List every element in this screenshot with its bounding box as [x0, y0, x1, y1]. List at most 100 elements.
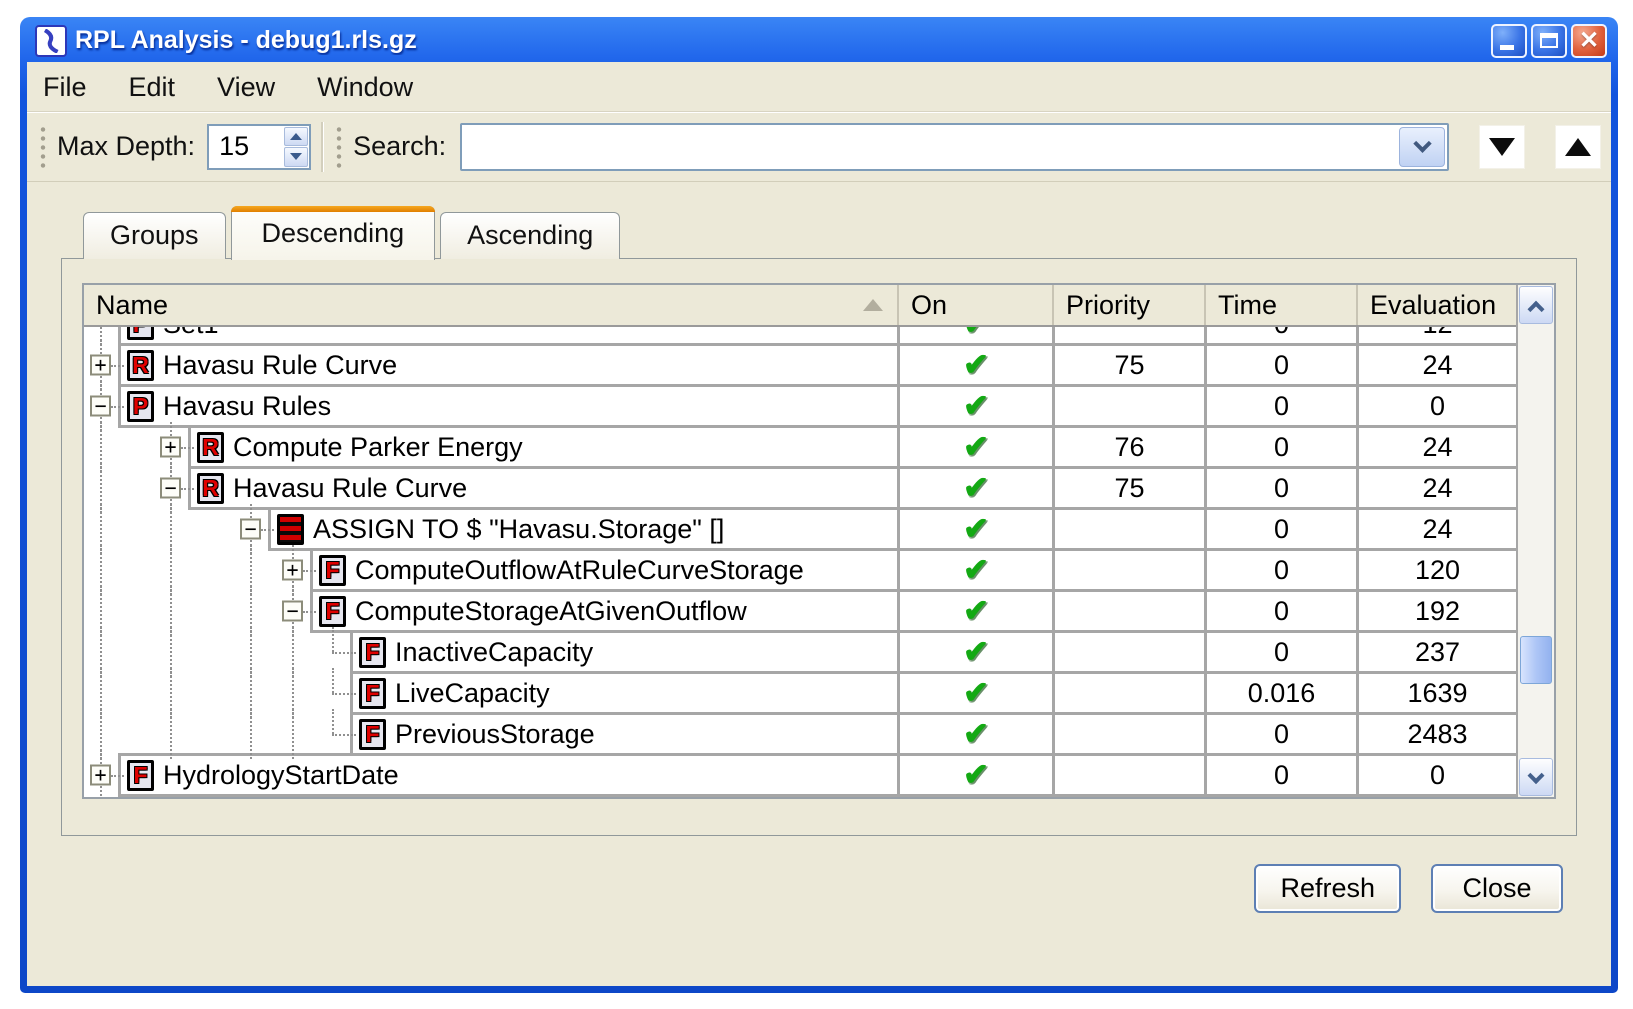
column-header-name[interactable]: Name [84, 285, 897, 325]
maximize-button[interactable] [1531, 24, 1567, 58]
spin-up-button[interactable] [284, 127, 308, 147]
evaluation-cell: 192 [1356, 589, 1516, 633]
table-header: Name On Priority Time Evaluation [84, 285, 1516, 327]
tree-guide-line [292, 709, 294, 759]
evaluation-cell-text: 1639 [1407, 678, 1467, 709]
search-previous-button[interactable] [1555, 125, 1601, 169]
menu-bar: File Edit View Window [27, 62, 1611, 112]
enabled-check-icon: ✔ [963, 552, 989, 588]
enabled-check-icon: ✔ [963, 511, 989, 547]
on-cell: ✔ [897, 384, 1052, 428]
enabled-check-icon: ✔ [963, 327, 989, 342]
enabled-check-icon: ✔ [963, 757, 989, 793]
close-window-button[interactable]: ✕ [1571, 24, 1607, 58]
tab-ascending[interactable]: Ascending [440, 212, 620, 259]
tree-row[interactable]: FLiveCapacity✔0.0161639 [84, 671, 1516, 715]
time-cell-text: 0 [1274, 350, 1289, 381]
tree-row[interactable]: −ASSIGN TO $ "Havasu.Storage" []✔024 [84, 507, 1516, 551]
expand-plus-icon[interactable]: + [90, 355, 111, 376]
tree-row[interactable]: −RHavasu Rule Curve✔75024 [84, 466, 1516, 510]
row-name-label: LiveCapacity [395, 678, 550, 709]
spin-down-button[interactable] [284, 147, 308, 167]
search-input[interactable] [462, 125, 1397, 169]
tree-connector-line [111, 365, 124, 367]
titlebar[interactable]: RPL Analysis - debug1.rls.gz ✕ [27, 17, 1611, 62]
tree-connector-line [111, 406, 124, 408]
tree-row[interactable]: +RCompute Parker Energy✔76024 [84, 425, 1516, 469]
search-next-button[interactable] [1479, 125, 1525, 169]
time-cell: 0 [1204, 753, 1356, 797]
collapse-minus-icon[interactable]: − [90, 396, 111, 417]
search-dropdown-button[interactable] [1399, 127, 1445, 167]
column-header-priority[interactable]: Priority [1052, 285, 1204, 325]
scroll-down-button[interactable] [1519, 758, 1553, 796]
tree-row[interactable]: +FComputeOutflowAtRuleCurveStorage✔0120 [84, 548, 1516, 592]
arrow-up-icon [1565, 138, 1591, 156]
name-cell: FPreviousStorage [350, 712, 897, 756]
collapse-minus-icon[interactable]: − [282, 601, 303, 622]
time-cell: 0 [1204, 384, 1356, 428]
table-main: Name On Priority Time Evaluation PSet1✔0… [84, 285, 1516, 797]
expand-plus-icon[interactable]: + [90, 765, 111, 786]
column-header-on[interactable]: On [897, 285, 1052, 325]
function-icon: F [319, 555, 346, 586]
column-header-evaluation[interactable]: Evaluation [1356, 285, 1516, 325]
tree-guide-line [332, 709, 334, 734]
menu-window[interactable]: Window [317, 72, 413, 103]
enabled-check-icon: ✔ [963, 470, 989, 506]
row-name-label: ComputeOutflowAtRuleCurveStorage [355, 555, 804, 586]
tree-row[interactable]: −PHavasu Rules✔00 [84, 384, 1516, 428]
close-button[interactable]: Close [1431, 864, 1563, 913]
evaluation-cell: 2483 [1356, 712, 1516, 756]
scrollbar-thumb[interactable] [1520, 636, 1552, 684]
on-cell: ✔ [897, 589, 1052, 633]
tree-row[interactable]: FInactiveCapacity✔0237 [84, 630, 1516, 674]
rule-tree-table: Name On Priority Time Evaluation PSet1✔0… [82, 283, 1556, 799]
priority-cell-text: 75 [1114, 350, 1144, 381]
policy-group-icon: P [127, 391, 154, 422]
on-cell: ✔ [897, 548, 1052, 592]
time-cell-text: 0 [1274, 514, 1289, 545]
priority-cell [1052, 548, 1204, 592]
evaluation-cell-text: 192 [1415, 596, 1460, 627]
column-header-time[interactable]: Time [1204, 285, 1356, 325]
tree-row[interactable]: +RHavasu Rule Curve✔75024 [84, 343, 1516, 387]
tab-descending[interactable]: Descending [231, 206, 436, 260]
enabled-check-icon: ✔ [963, 716, 989, 752]
menu-edit[interactable]: Edit [129, 72, 176, 103]
tree-guide-line [332, 668, 334, 693]
time-cell-text: 0 [1274, 760, 1289, 791]
scrollbar-track[interactable] [1518, 325, 1554, 757]
assignment-icon [277, 514, 304, 545]
toolbar-drag-handle[interactable] [39, 125, 47, 169]
tree-row[interactable]: −FComputeStorageAtGivenOutflow✔0192 [84, 589, 1516, 633]
search-combobox [460, 123, 1449, 171]
enabled-check-icon: ✔ [963, 388, 989, 424]
collapse-minus-icon[interactable]: − [240, 519, 261, 540]
on-cell: ✔ [897, 343, 1052, 387]
evaluation-cell: 24 [1356, 343, 1516, 387]
vertical-scrollbar[interactable] [1516, 285, 1554, 797]
time-cell-text: 0 [1274, 637, 1289, 668]
scroll-up-button[interactable] [1519, 286, 1553, 324]
tab-groups[interactable]: Groups [83, 212, 226, 259]
priority-cell [1052, 753, 1204, 797]
menu-file[interactable]: File [43, 72, 87, 103]
max-depth-spinbox [207, 124, 311, 170]
max-depth-input[interactable] [209, 126, 283, 168]
name-cell: RHavasu Rule Curve [188, 466, 897, 510]
menu-view[interactable]: View [217, 72, 275, 103]
tree-row[interactable]: +FHydrologyStartDate✔00 [84, 753, 1516, 797]
evaluation-cell-text: 24 [1422, 432, 1452, 463]
expand-plus-icon[interactable]: + [160, 437, 181, 458]
row-name-label: HydrologyStartDate [163, 760, 399, 791]
collapse-minus-icon[interactable]: − [160, 478, 181, 499]
expand-plus-icon[interactable]: + [282, 560, 303, 581]
toolbar-drag-handle[interactable] [335, 125, 343, 169]
minimize-button[interactable] [1491, 24, 1527, 58]
tab-bar: Groups Descending Ascending [83, 204, 1611, 258]
priority-cell [1052, 712, 1204, 756]
refresh-button[interactable]: Refresh [1254, 864, 1401, 913]
name-cell: FInactiveCapacity [350, 630, 897, 674]
tree-row[interactable]: FPreviousStorage✔02483 [84, 712, 1516, 756]
